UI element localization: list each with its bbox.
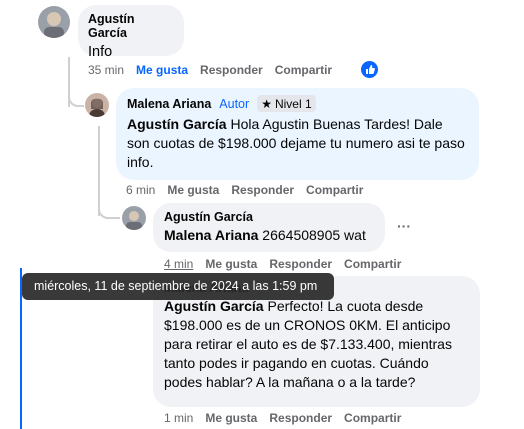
comment-time[interactable]: 1 min — [164, 411, 193, 425]
comment-text: Agustín García Perfecto! La cuota desde … — [164, 297, 469, 392]
comment-author[interactable]: Malena Ariana — [127, 97, 211, 111]
timestamp-tooltip: miércoles, 11 de septiembre de 2024 a la… — [22, 273, 334, 300]
comment-actions: 35 min Me gusta Responder Compartir — [88, 63, 344, 77]
avatar-image — [122, 206, 146, 230]
comment-author[interactable]: Agustín García — [88, 12, 174, 40]
more-options-icon[interactable]: ··· — [397, 218, 411, 234]
comment-time[interactable]: 35 min — [88, 63, 124, 77]
comment-author[interactable]: Agustín García — [164, 210, 374, 224]
comment-text: Info — [88, 44, 113, 60]
level-badge-label: Nivel 1 — [274, 96, 312, 111]
comment-text: Agustín García Hola Agustin Buenas Tarde… — [127, 115, 468, 172]
comment-actions: 4 min Me gusta Responder Compartir — [164, 257, 413, 271]
comment-actions: 1 min Me gusta Responder Compartir — [164, 411, 413, 425]
comment-time[interactable]: 4 min — [164, 257, 193, 271]
comment-actions: 6 min Me gusta Responder Compartir — [126, 183, 375, 197]
comment-text-body: 2664508905 wat — [258, 227, 366, 243]
avatar-image — [38, 6, 70, 38]
reply-button[interactable]: Responder — [200, 63, 263, 77]
reply-button[interactable]: Responder — [231, 183, 294, 197]
mention-link[interactable]: Agustín García — [164, 298, 264, 314]
comment-bubble: Agustín García Malena Ariana 2664508905 … — [153, 203, 385, 252]
comment-time[interactable]: 6 min — [126, 183, 155, 197]
comment-text: Malena Ariana 2664508905 wat — [164, 226, 374, 245]
star-icon: ★ — [261, 96, 272, 111]
mention-link[interactable]: Agustín García — [127, 116, 227, 132]
like-button[interactable]: Me gusta — [167, 183, 219, 197]
comment-bubble: Malena Ariana Autor ★ Nivel 1 Agustín Ga… — [116, 88, 479, 180]
comment-bubble: Agustín García Info — [78, 5, 184, 60]
comment-header: Malena Ariana Autor ★ Nivel 1 — [127, 95, 468, 112]
like-button[interactable]: Me gusta — [205, 257, 257, 271]
share-button[interactable]: Compartir — [306, 183, 363, 197]
avatar[interactable] — [38, 6, 70, 38]
avatar[interactable] — [122, 206, 146, 230]
thread-connector — [68, 80, 84, 107]
like-button[interactable]: Me gusta — [136, 63, 188, 77]
like-reaction-icon[interactable] — [361, 61, 378, 78]
reply-button[interactable]: Responder — [269, 411, 332, 425]
thread-connector — [98, 195, 120, 219]
level-badge: ★ Nivel 1 — [257, 95, 316, 112]
author-badge: Autor — [219, 96, 250, 111]
mention-link[interactable]: Malena Ariana — [164, 227, 258, 243]
share-button[interactable]: Compartir — [275, 63, 332, 77]
like-button[interactable]: Me gusta — [205, 411, 257, 425]
reply-button[interactable]: Responder — [269, 257, 332, 271]
share-button[interactable]: Compartir — [344, 411, 401, 425]
share-button[interactable]: Compartir — [344, 257, 401, 271]
avatar-image — [85, 93, 109, 117]
avatar[interactable] — [85, 93, 109, 117]
